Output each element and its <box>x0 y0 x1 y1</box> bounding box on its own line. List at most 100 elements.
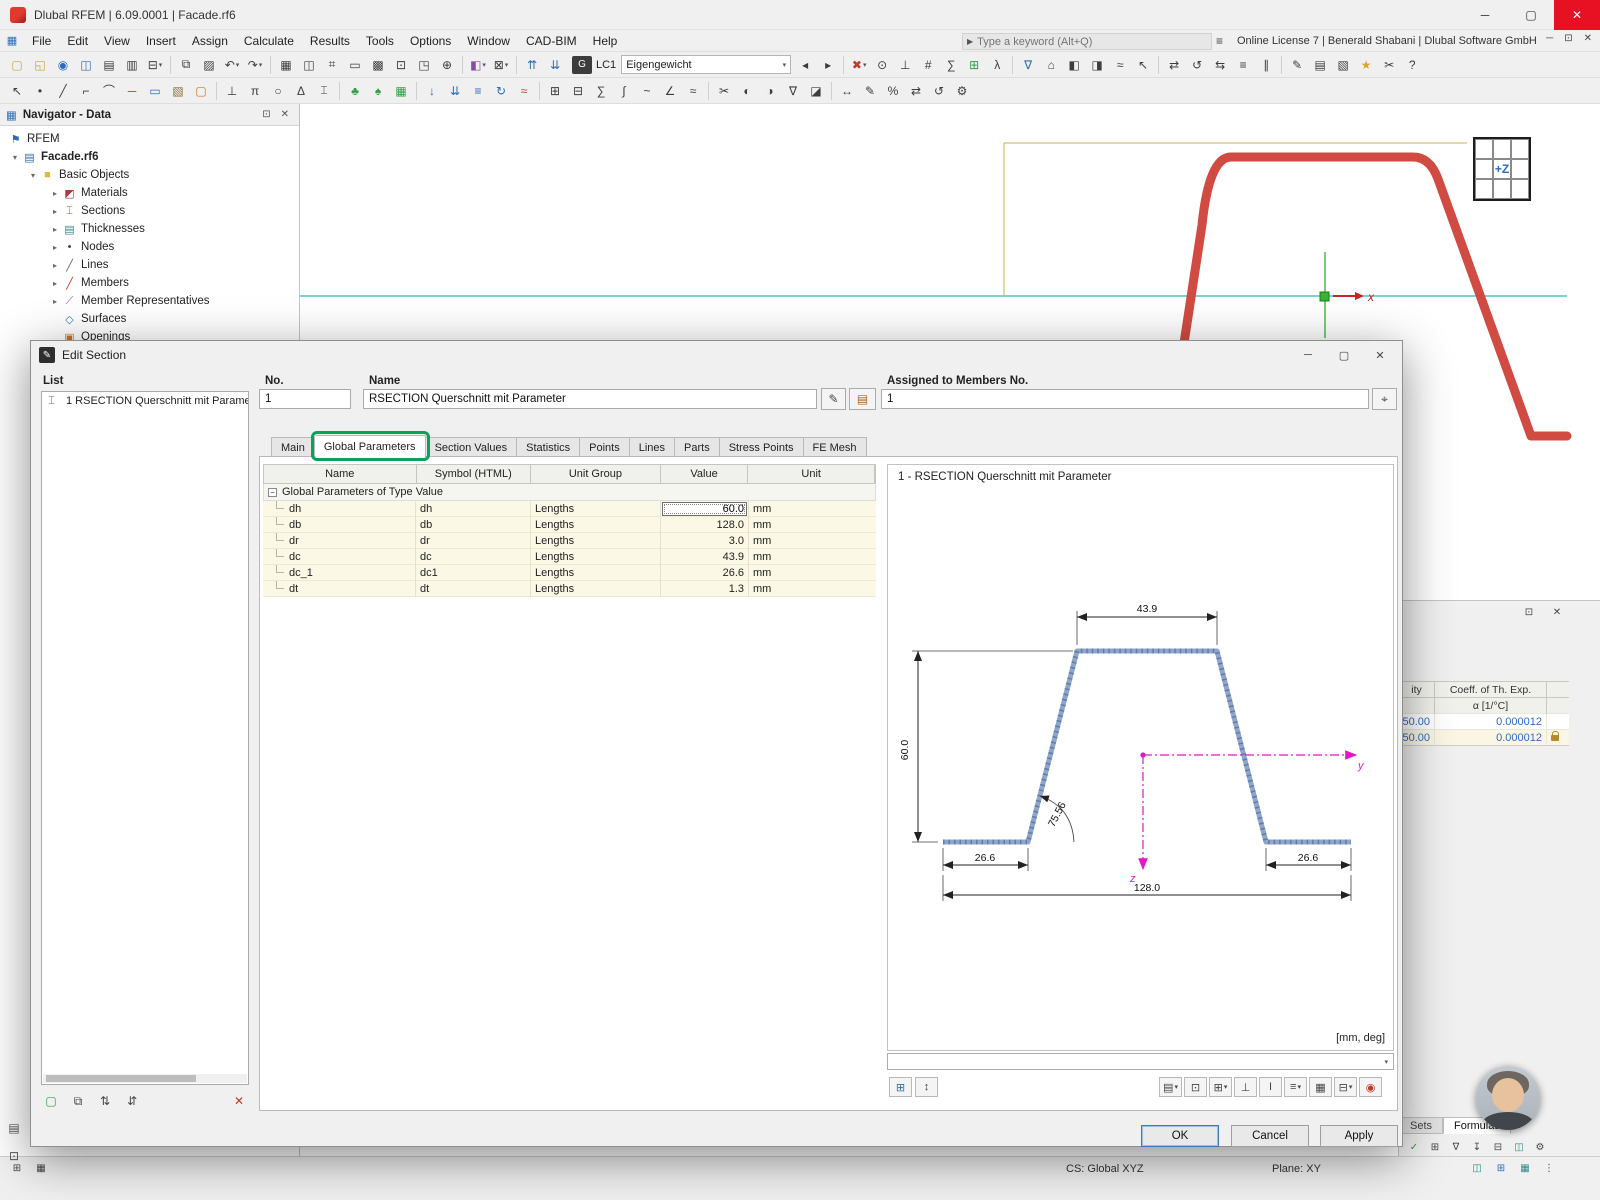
param-row-db[interactable]: dbdbLengths128.0mm <box>263 517 876 533</box>
menu-options[interactable]: Options <box>402 30 459 52</box>
redo-icon-dropdown[interactable]: ▾ <box>259 61 263 69</box>
status-more-icon[interactable]: ⋮ <box>1540 1160 1558 1176</box>
param-row-dc-1[interactable]: dc_1dc1Lengths26.6mm <box>263 565 876 581</box>
polyline-new-icon[interactable]: ⌐ <box>75 80 97 102</box>
render-icon[interactable]: ▩ <box>367 54 389 76</box>
filter-objects-icon[interactable]: ∇ <box>782 80 804 102</box>
edit-object-icon[interactable]: ⊠▾ <box>490 54 512 76</box>
chevron-right-icon[interactable]: ▸ <box>48 189 62 198</box>
show-loads-icon[interactable]: ⊙ <box>871 54 893 76</box>
format-brush-icon-dropdown[interactable]: ▾ <box>482 61 486 69</box>
model-sync-icon[interactable]: ◫ <box>75 54 97 76</box>
view-cube-cell[interactable] <box>1475 139 1493 159</box>
layers-icon[interactable]: ▤ <box>1309 54 1331 76</box>
mesh-quality-icon[interactable]: ⊟ <box>567 80 589 102</box>
undo-icon[interactable]: ↶▾ <box>221 54 243 76</box>
param-row-dr[interactable]: drdrLengths3.0mm <box>263 533 876 549</box>
section-number-field[interactable] <box>259 389 351 409</box>
menu-results[interactable]: Results <box>302 30 358 52</box>
print-icon[interactable]: ⊟▾ <box>144 54 166 76</box>
minimize-button[interactable]: ─ <box>1462 0 1508 30</box>
deformation-icon[interactable]: ~ <box>636 80 658 102</box>
clip-section-icon[interactable]: ✂ <box>713 80 735 102</box>
tab-global-parameters[interactable]: Global Parameters <box>315 435 426 457</box>
section-name-field[interactable] <box>363 389 817 409</box>
line-support-icon[interactable]: π <box>244 80 266 102</box>
graphics-settings-icon[interactable]: ⊡ <box>390 54 412 76</box>
preview-dimensions-icon[interactable]: ⊡ <box>1184 1077 1207 1097</box>
edit-object-icon-dropdown[interactable]: ▾ <box>505 61 509 69</box>
chevron-down-icon[interactable]: ▾ <box>8 153 22 162</box>
mesh-settings-icon[interactable]: ⊞ <box>544 80 566 102</box>
section-library-icon[interactable]: ▤ <box>849 388 876 410</box>
calculate-all-icon[interactable]: λ <box>986 54 1008 76</box>
menu-cad-bim[interactable]: CAD-BIM <box>518 30 585 52</box>
surface-load-icon[interactable]: ≡ <box>467 80 489 102</box>
search-options-icon[interactable]: ≡ <box>1216 34 1223 48</box>
cancel-button[interactable]: Cancel <box>1231 1125 1309 1147</box>
smooth-results-icon[interactable]: ≈ <box>682 80 704 102</box>
generate-building-icon[interactable]: ▦ <box>390 80 412 102</box>
preview-print-icon-dropdown[interactable]: ▾ <box>1349 1083 1353 1091</box>
apply-button[interactable]: Apply <box>1320 1125 1398 1147</box>
add-comment-icon[interactable]: ✎ <box>1286 54 1308 76</box>
collapse-group-icon[interactable]: − <box>268 488 277 497</box>
results-beam-icon[interactable]: ∫ <box>613 80 635 102</box>
visibility-half-icon[interactable]: ◐ <box>736 80 758 102</box>
param-value[interactable]: 1.3 <box>661 581 749 597</box>
tree-item-member-representatives[interactable]: ▸⟋Member Representatives <box>0 292 299 310</box>
view-cube-cell[interactable] <box>1511 179 1529 199</box>
table-view-icon[interactable]: ▦ <box>275 54 297 76</box>
section-list[interactable]: ⌶ 1 RSECTION Querschnitt mit Parameter <box>41 391 249 1085</box>
print-icon-dropdown[interactable]: ▾ <box>159 61 163 69</box>
display-options-icon[interactable]: ◳ <box>413 54 435 76</box>
snap-down-icon[interactable]: ⇊ <box>544 54 566 76</box>
paste-icon[interactable]: ▨ <box>198 54 220 76</box>
center-object-icon[interactable]: ⊕ <box>436 54 458 76</box>
table-manager-icon[interactable]: ▦ <box>4 34 20 47</box>
gear-icon[interactable]: ⚙ <box>951 80 973 102</box>
status-snap-icon[interactable]: ⊞ <box>1492 1160 1510 1176</box>
menu-assign[interactable]: Assign <box>184 30 236 52</box>
calculate-icon[interactable]: ∑ <box>590 80 612 102</box>
param-value[interactable]: 26.6 <box>661 565 749 581</box>
line-new-icon[interactable]: ╱ <box>52 80 74 102</box>
section-list-item[interactable]: ⌶ 1 RSECTION Querschnitt mit Parameter <box>42 392 248 410</box>
tree-item-facade-rf6[interactable]: ▾▤Facade.rf6 <box>0 148 299 166</box>
mirror-tool-icon[interactable]: ⇄ <box>905 80 927 102</box>
tab-parts[interactable]: Parts <box>675 437 720 457</box>
menu-view[interactable]: View <box>96 30 138 52</box>
show-numbering-icon[interactable]: # <box>917 54 939 76</box>
delete-results-icon[interactable]: ✖▾ <box>848 54 870 76</box>
menu-edit[interactable]: Edit <box>59 30 96 52</box>
preview-print-icon[interactable]: ⊟▾ <box>1334 1077 1357 1097</box>
load-case-next-icon[interactable]: ▸ <box>817 54 839 76</box>
dialog-minimize-icon[interactable]: ─ <box>1290 344 1326 366</box>
preview-numbering-icon-dropdown[interactable]: ▾ <box>1224 1083 1228 1091</box>
section-assign-icon[interactable]: ⌶ <box>313 80 335 102</box>
param-row-dt[interactable]: dtdtLengths1.3mm <box>263 581 876 597</box>
chevron-right-icon[interactable]: ▸ <box>48 297 62 306</box>
view-cube-cell[interactable] <box>1493 139 1511 159</box>
redo-icon[interactable]: ↷▾ <box>244 54 266 76</box>
param-value[interactable]: 128.0 <box>661 517 749 533</box>
arrow-mode-icon[interactable]: ↖ <box>1132 54 1154 76</box>
load-case-prev-icon[interactable]: ◂ <box>794 54 816 76</box>
percent-display-icon[interactable]: % <box>882 80 904 102</box>
show-values-icon[interactable]: ∑ <box>940 54 962 76</box>
surface-new-icon[interactable]: ▭ <box>144 80 166 102</box>
arc-new-icon[interactable]: ⌒ <box>98 80 120 102</box>
view-cube-cell[interactable] <box>1493 179 1511 199</box>
wave-display-icon[interactable]: ≈ <box>1109 54 1131 76</box>
column-header-symbol-html[interactable]: Symbol (HTML) <box>417 465 532 483</box>
close-button[interactable]: ✕ <box>1554 0 1600 30</box>
param-value[interactable]: 43.9 <box>661 549 749 565</box>
preview-comment-select[interactable]: ▾ <box>887 1053 1394 1070</box>
move-copy-icon[interactable]: ⇄ <box>1163 54 1185 76</box>
chevron-down-icon[interactable]: ▾ <box>26 171 40 180</box>
origin-node-marker[interactable] <box>1320 292 1329 301</box>
dimension-tool-icon[interactable]: ↔ <box>836 80 858 102</box>
preview-settings-icon[interactable]: ⊞ <box>889 1077 912 1097</box>
solid-new-icon[interactable]: ▧ <box>167 80 189 102</box>
close-panel-icon[interactable]: ✕ <box>281 109 289 120</box>
